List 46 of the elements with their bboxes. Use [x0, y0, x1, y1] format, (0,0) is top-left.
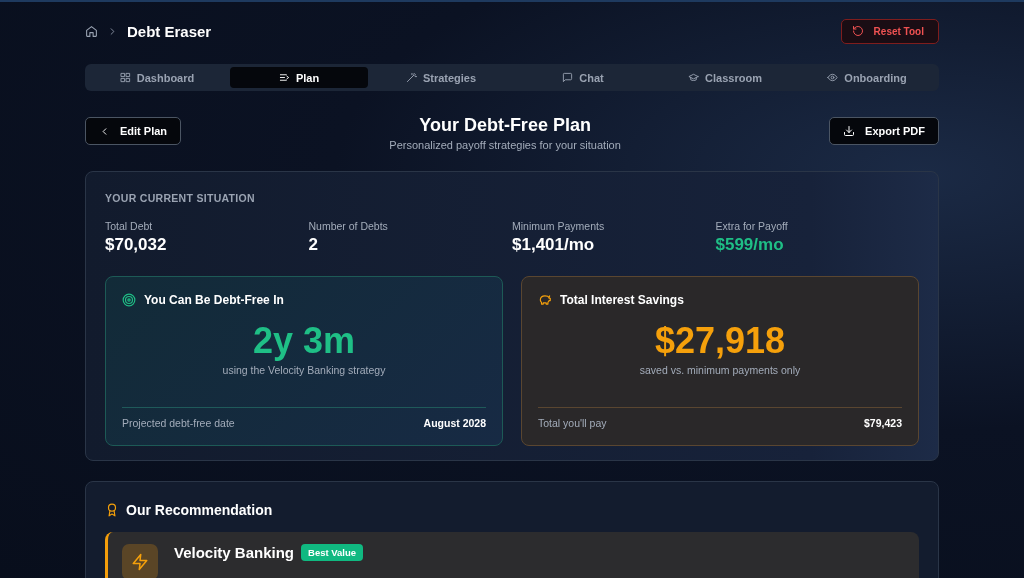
list-icon	[278, 72, 290, 83]
home-icon	[85, 24, 98, 38]
card-title: Total Interest Savings	[560, 293, 684, 307]
stat-value: $70,032	[105, 235, 168, 255]
export-pdf-button[interactable]: Export PDF	[829, 117, 939, 145]
nav-tab[interactable]: Chat	[514, 67, 652, 88]
plan-subtitle: Personalized payoff strategies for your situation	[389, 139, 621, 151]
edit-plan-button[interactable]: Edit Plan	[85, 117, 182, 145]
download-icon	[843, 125, 856, 137]
footer-value: August 2028	[423, 417, 486, 429]
piggy-bank-icon	[538, 293, 552, 307]
chat-icon	[562, 72, 574, 83]
stat-label: Number of Debts	[308, 220, 389, 232]
figure-caption: saved vs. minimum payments only	[638, 364, 802, 376]
card-title: You Can Be Debt-Free In	[144, 293, 284, 307]
figure-caption: using the Velocity Banking strategy	[221, 364, 387, 376]
strategy-name: Velocity Banking	[174, 544, 295, 561]
stat-value: $599/mo	[715, 235, 785, 255]
section-heading: YOUR CURRENT SITUATION	[105, 192, 256, 204]
nav-tab[interactable]: Plan	[230, 67, 368, 88]
footer-label: Projected debt-free date	[122, 417, 235, 429]
target-icon	[122, 293, 136, 307]
section-heading: Our Recommendation	[126, 502, 273, 518]
nav-tab[interactable]: Classroom	[656, 67, 794, 88]
footer-label: Total you'll pay	[538, 417, 607, 429]
big-figure: $27,918	[653, 321, 787, 361]
nav-tab[interactable]: Dashboard	[88, 67, 226, 88]
big-figure: 2y 3m	[251, 321, 357, 361]
stat-value: $1,401/mo	[512, 235, 596, 255]
eye-icon	[827, 72, 839, 83]
plan-title: Your Debt-Free Plan	[418, 115, 592, 136]
footer-value: $79,423	[864, 417, 902, 429]
reset-tool-button[interactable]: Reset Tool	[840, 18, 939, 44]
nav-tab[interactable]: Strategies	[372, 67, 510, 88]
stat-label: Extra for Payoff	[715, 220, 789, 232]
graduation-cap-icon	[688, 72, 700, 83]
stat-label: Minimum Payments	[512, 220, 606, 232]
stat-label: Total Debt	[105, 220, 154, 232]
best-value-badge: Best Value	[301, 544, 364, 561]
reset-icon	[851, 25, 864, 37]
award-icon	[105, 503, 119, 517]
stat-value: 2	[308, 235, 319, 255]
nav-tab[interactable]: Onboarding	[798, 67, 936, 88]
magic-wand-icon	[405, 72, 417, 83]
page-title: Debt Eraser	[127, 22, 212, 40]
grid-icon	[119, 72, 131, 83]
